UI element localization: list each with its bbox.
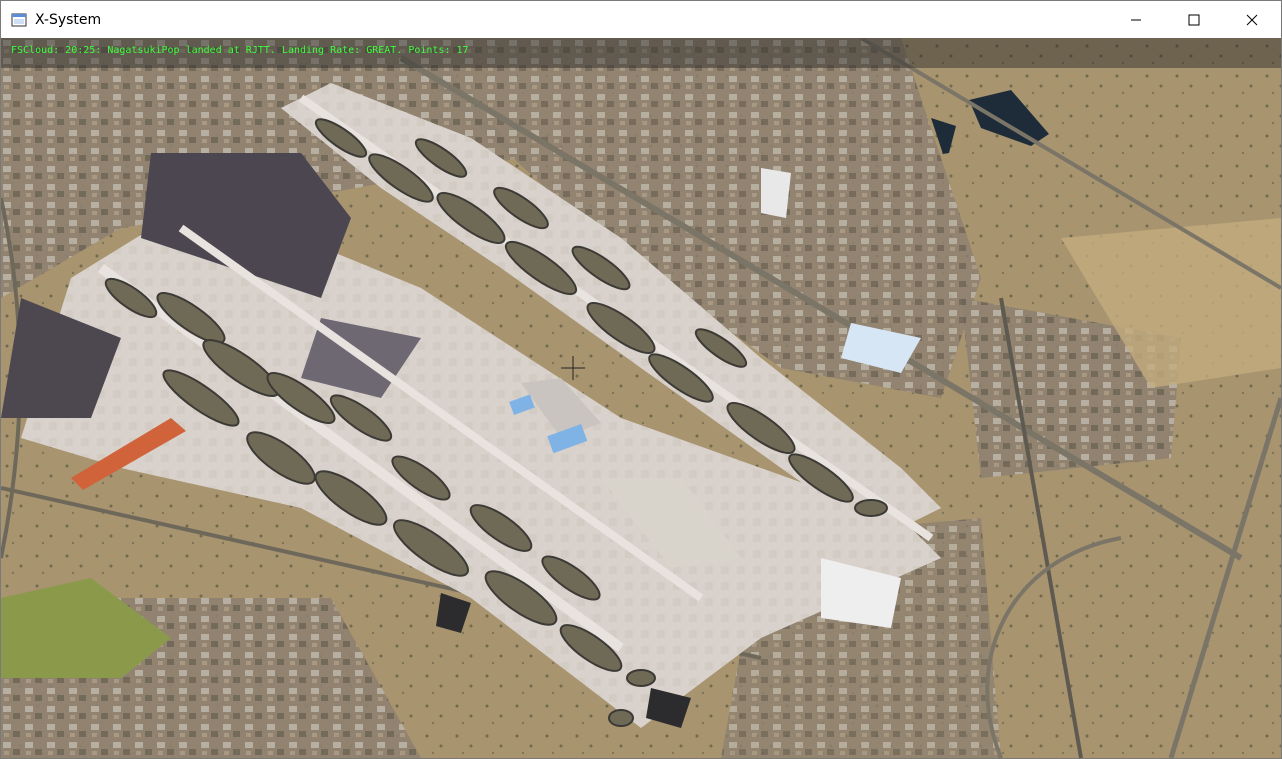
close-button[interactable] (1223, 1, 1281, 38)
window-title: X-System (35, 11, 102, 28)
maximize-icon (1188, 14, 1200, 25)
simulator-viewport[interactable] (1, 38, 1281, 758)
minimize-icon (1131, 19, 1141, 20)
landing-notification: FSCloud: 20:25: NagatsukiPop landed at R… (11, 45, 469, 56)
app-window: X-System FSCloud: 20:25: NagatsukiPop la… (0, 0, 1282, 759)
crosshair-icon (561, 356, 585, 380)
title-bar[interactable]: X-System (1, 1, 1281, 38)
minimize-button[interactable] (1107, 1, 1165, 38)
maximize-button[interactable] (1165, 1, 1223, 38)
window-controls (1107, 1, 1281, 38)
window-app-icon (11, 13, 27, 26)
close-icon (1246, 14, 1258, 25)
aerial-scenery (1, 38, 1281, 758)
